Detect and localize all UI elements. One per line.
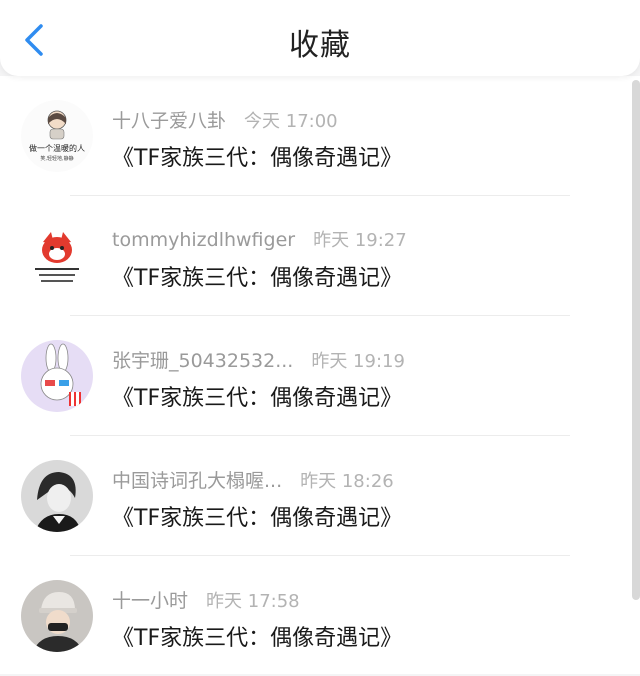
list-item[interactable]: 十一小时 昨天 17:58 《TF家族三代：偶像奇遇记》 [0,556,640,676]
timestamp: 昨天 19:27 [313,230,407,251]
avatar[interactable] [21,340,93,412]
author-name[interactable]: 十一小时 [112,586,188,613]
item-title[interactable]: 《TF家族三代：偶像奇遇记》 [112,380,402,412]
item-title[interactable]: 《TF家族三代：偶像奇遇记》 [112,260,402,292]
author-name[interactable]: 中国诗词孔大榻喔... [112,466,282,493]
item-title[interactable]: 《TF家族三代：偶像奇遇记》 [112,500,402,532]
timestamp: 昨天 19:19 [311,351,405,372]
list-item[interactable]: 张宇珊_50432532... 昨天 19:19 《TF家族三代：偶像奇遇记》 [0,316,640,436]
timestamp: 昨天 17:58 [206,591,300,612]
avatar[interactable] [21,460,93,532]
list-item[interactable]: 做一个温暖的人 笑,轻轻地,静静 十八子爱八卦 今天 17:00 《TF家族三代… [0,76,640,196]
timestamp: 昨天 18:26 [300,471,394,492]
scrollbar[interactable] [632,80,640,600]
timestamp: 今天 17:00 [244,111,338,132]
author-name[interactable]: 张宇珊_50432532... [112,346,293,373]
avatar[interactable] [21,580,93,652]
avatar-subtext: 笑,轻轻地,静静 [40,155,73,162]
author-name[interactable]: 十八子爱八卦 [112,106,226,133]
list-item[interactable]: 中国诗词孔大榻喔... 昨天 18:26 《TF家族三代：偶像奇遇记》 [0,436,640,556]
list-item[interactable]: tommyhizdlhwfiger 昨天 19:27 《TF家族三代：偶像奇遇记… [0,196,640,316]
author-name[interactable]: tommyhizdlhwfiger [112,229,295,251]
nav-header: 收藏 [0,0,640,76]
item-title[interactable]: 《TF家族三代：偶像奇遇记》 [112,140,402,172]
avatar[interactable]: 做一个温暖的人 笑,轻轻地,静静 [21,100,93,172]
page-title: 收藏 [289,28,351,63]
avatar[interactable] [21,220,93,292]
item-title[interactable]: 《TF家族三代：偶像奇遇记》 [112,620,402,652]
favorites-list: 做一个温暖的人 笑,轻轻地,静静 十八子爱八卦 今天 17:00 《TF家族三代… [0,76,640,674]
avatar-text: 做一个温暖的人 [29,143,85,153]
